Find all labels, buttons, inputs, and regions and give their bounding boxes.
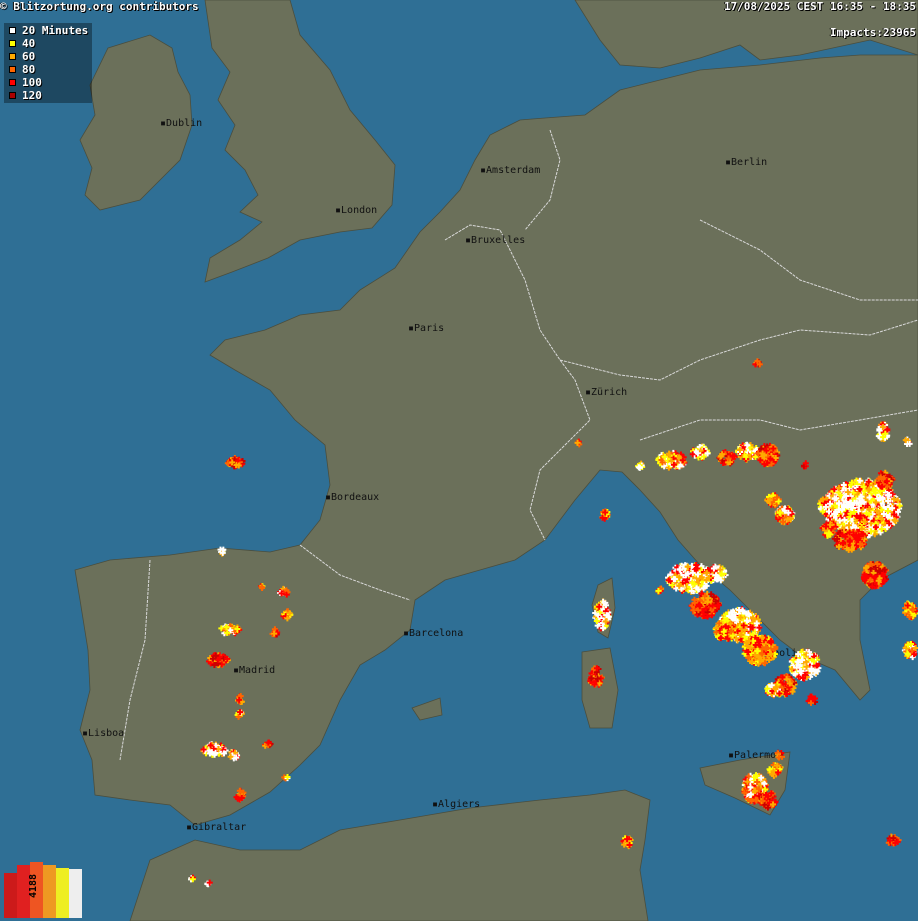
legend-label: 20 Minutes	[22, 24, 89, 37]
legend-row: 40	[6, 37, 88, 50]
histogram-bar	[4, 873, 17, 918]
legend-label: 100	[22, 76, 42, 89]
lightning-strikes	[188, 358, 918, 888]
time-legend: 20 Minutes 40 60 80 100 120	[4, 23, 93, 103]
histogram-count: 4188	[28, 873, 39, 899]
legend-label: 60	[22, 50, 36, 63]
activity-histogram	[4, 862, 82, 918]
legend-label: 80	[22, 63, 36, 76]
time-range: 17/08/2025 CEST 16:35 - 18:35	[723, 0, 916, 13]
legend-row: 120	[6, 89, 88, 102]
copyright-credit: © Blitzortung.org contributors	[0, 0, 199, 13]
legend-swatch	[9, 66, 16, 73]
legend-label: 120	[22, 89, 42, 102]
legend-row: 20 Minutes	[6, 24, 88, 37]
legend-swatch	[9, 27, 16, 34]
histogram-bar	[56, 868, 69, 918]
impacts-count: Impacts:23965	[829, 26, 916, 39]
histogram-bar	[43, 865, 56, 918]
histogram-bar	[69, 869, 82, 918]
legend-swatch	[9, 53, 16, 60]
legend-swatch	[9, 79, 16, 86]
lightning-strike	[258, 583, 265, 590]
legend-row: 100	[6, 76, 88, 89]
legend-swatch	[9, 40, 16, 47]
legend-label: 40	[22, 37, 36, 50]
legend-swatch	[9, 92, 16, 99]
legend-row: 80	[6, 63, 88, 76]
legend-row: 60	[6, 50, 88, 63]
